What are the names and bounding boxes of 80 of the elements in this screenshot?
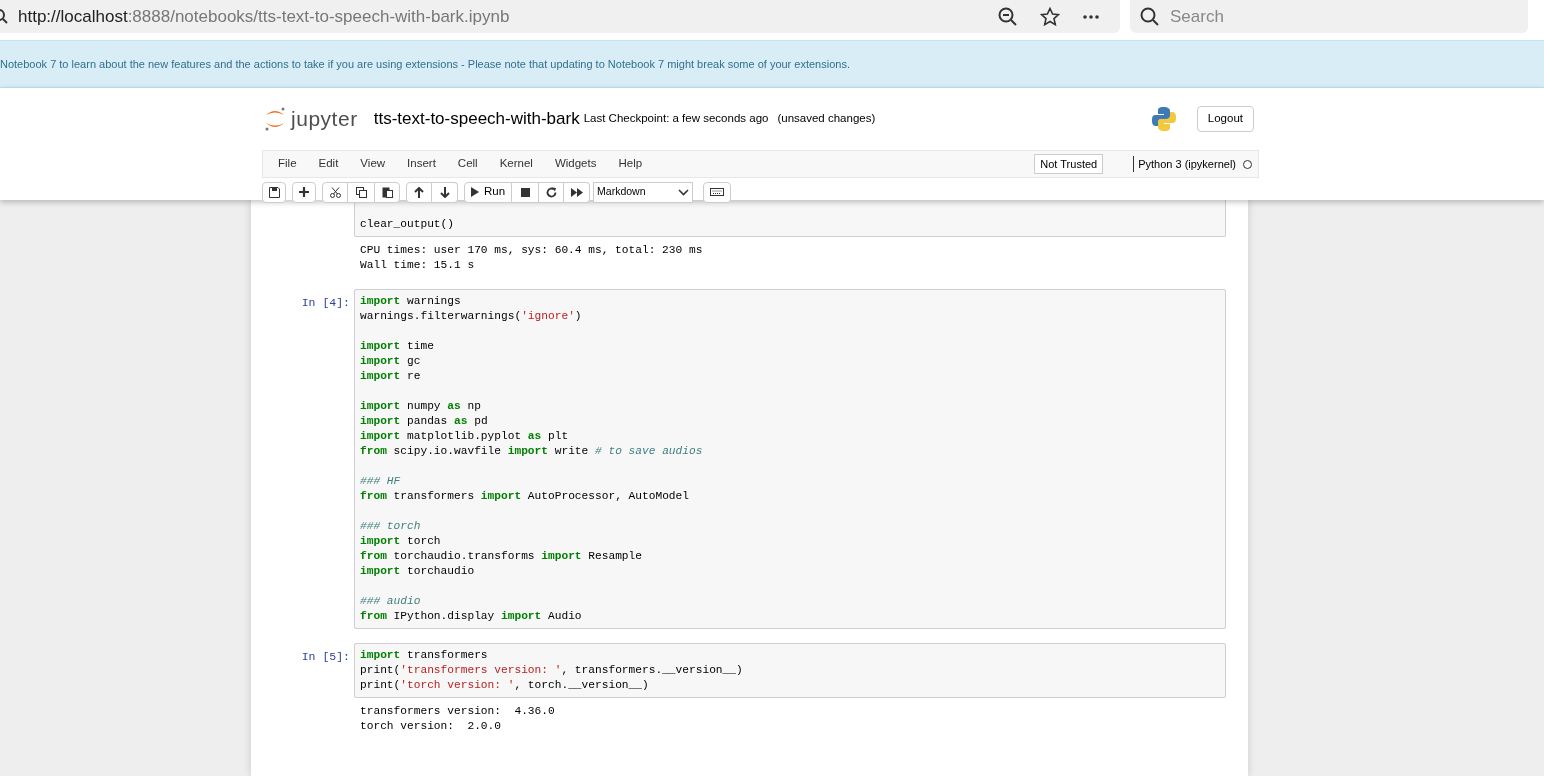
code-line: ### audio	[360, 594, 422, 609]
code-line: ### torch	[360, 519, 422, 534]
code-line: import matplotlib.pyplot as plt	[360, 429, 570, 444]
save-icon	[268, 186, 280, 198]
keyboard-icon	[710, 188, 725, 196]
code-line: import time	[360, 339, 435, 354]
code-line: import torchaudio	[360, 564, 476, 579]
save-button[interactable]	[262, 181, 286, 203]
menu-item[interactable]: Insert	[396, 155, 447, 173]
menu-item[interactable]: Help	[607, 155, 654, 173]
menu-item[interactable]: Kernel	[488, 155, 544, 173]
url-text: http://localhost:8888/notebooks/tts-text-to-speech-with-bark.ipynb	[18, 5, 510, 28]
scissors-icon	[329, 186, 341, 198]
copy-icon	[355, 186, 367, 198]
menu-item[interactable]: View	[349, 155, 397, 173]
move-up-button[interactable]	[406, 181, 432, 203]
code-line: warnings.filterwarnings('ignore')	[360, 309, 583, 324]
jupyter-logo-icon	[264, 106, 286, 132]
stop-button[interactable]	[512, 181, 539, 203]
kernel-name: Python 3 (ipykernel)	[1138, 156, 1236, 172]
banner-text: Notebook 7 to learn about the new features and the actions to take if you are using extensions - Please note that updating to Notebook 7 might break some of your extensions.	[0, 56, 850, 72]
chevron-down-icon	[678, 188, 690, 196]
code-line: clear_output()	[360, 217, 455, 232]
logout-button[interactable]: Logout	[1196, 106, 1254, 132]
logo-text: jupyter	[291, 106, 358, 133]
play-icon	[471, 187, 479, 197]
plus-icon	[299, 187, 309, 197]
output-line: CPU times: user 170 ms, sys: 60.4 ms, total: 230 ms	[360, 243, 704, 258]
code-line: import transformers	[360, 648, 489, 663]
code-line: print('transformers version: ', transformers.__version__)	[360, 663, 744, 678]
insert-cell-button[interactable]	[292, 181, 316, 203]
menu-item[interactable]: Widgets	[543, 155, 608, 173]
code-line: from transformers import AutoProcessor, AutoModel	[360, 489, 690, 504]
arrow-down-icon	[439, 186, 450, 198]
more-icon[interactable]	[1082, 13, 1100, 20]
code-line: import numpy as np	[360, 399, 482, 414]
code-line: print('torch version: ', torch.__version__)	[360, 678, 650, 693]
clipboard-icon	[381, 186, 393, 198]
star-icon[interactable]	[1040, 6, 1060, 27]
code-line: ### HF	[360, 474, 402, 489]
run-button[interactable]: Run	[464, 181, 513, 203]
checkpoint-text: Last Checkpoint: a few seconds ago	[583, 111, 769, 127]
move-down-button[interactable]	[432, 181, 458, 203]
zoom-out-icon[interactable]	[998, 6, 1018, 27]
restart-icon	[545, 186, 557, 198]
output-line: torch version: 2.0.0	[360, 719, 502, 734]
code-line: import pandas as pd	[360, 414, 489, 429]
code-line: from scipy.io.wavfile import write # to save audios	[360, 444, 704, 459]
code-line: from IPython.display import Audio	[360, 609, 583, 624]
code-cell-input[interactable]	[354, 289, 1226, 629]
search-icon	[1140, 7, 1160, 27]
menu-item[interactable]: File	[267, 155, 308, 173]
paste-button[interactable]	[374, 181, 400, 203]
notebook-name[interactable]: tts-text-to-speech-with-bark	[373, 106, 580, 132]
search-field[interactable]: Search	[1130, 0, 1528, 33]
copy-button[interactable]	[348, 181, 374, 203]
code-line: import gc	[360, 354, 422, 369]
code-line: from torchaudio.transforms import Resample	[360, 549, 643, 564]
code-line: import warnings	[360, 294, 462, 309]
search-icon	[0, 8, 8, 25]
address-bar[interactable]: http://localhost:8888/notebooks/tts-text-to-speech-with-bark.ipynb	[0, 0, 1120, 33]
keyboard-button[interactable]	[703, 181, 732, 203]
arrow-up-icon	[414, 186, 424, 198]
restart-button[interactable]	[538, 181, 565, 203]
trust-indicator[interactable]: Not Trusted	[1034, 154, 1104, 174]
output-line: transformers version: 4.36.0	[360, 704, 556, 719]
output-line: Wall time: 15.1 s	[360, 258, 476, 273]
unsaved-text: (unsaved changes)	[777, 111, 876, 127]
code-line: import torch	[360, 534, 442, 549]
fast-forward-button[interactable]	[564, 181, 591, 203]
cell-prompt: In [4]:	[300, 295, 351, 311]
cut-button[interactable]	[322, 181, 348, 203]
code-cell-input[interactable]: import transformers print('transformers version: ', transformers.__version__) print('torch version: ', torch.__version__)	[354, 643, 1226, 698]
stop-icon	[520, 187, 530, 197]
cell-prompt: In [5]:	[300, 649, 351, 665]
code-line: import re	[360, 369, 422, 384]
cell-type-dropdown[interactable]: Markdown	[593, 181, 694, 203]
menu-item[interactable]: Edit	[307, 155, 350, 173]
menu-item[interactable]: Cell	[446, 155, 489, 173]
python-logo-icon	[1150, 106, 1177, 132]
